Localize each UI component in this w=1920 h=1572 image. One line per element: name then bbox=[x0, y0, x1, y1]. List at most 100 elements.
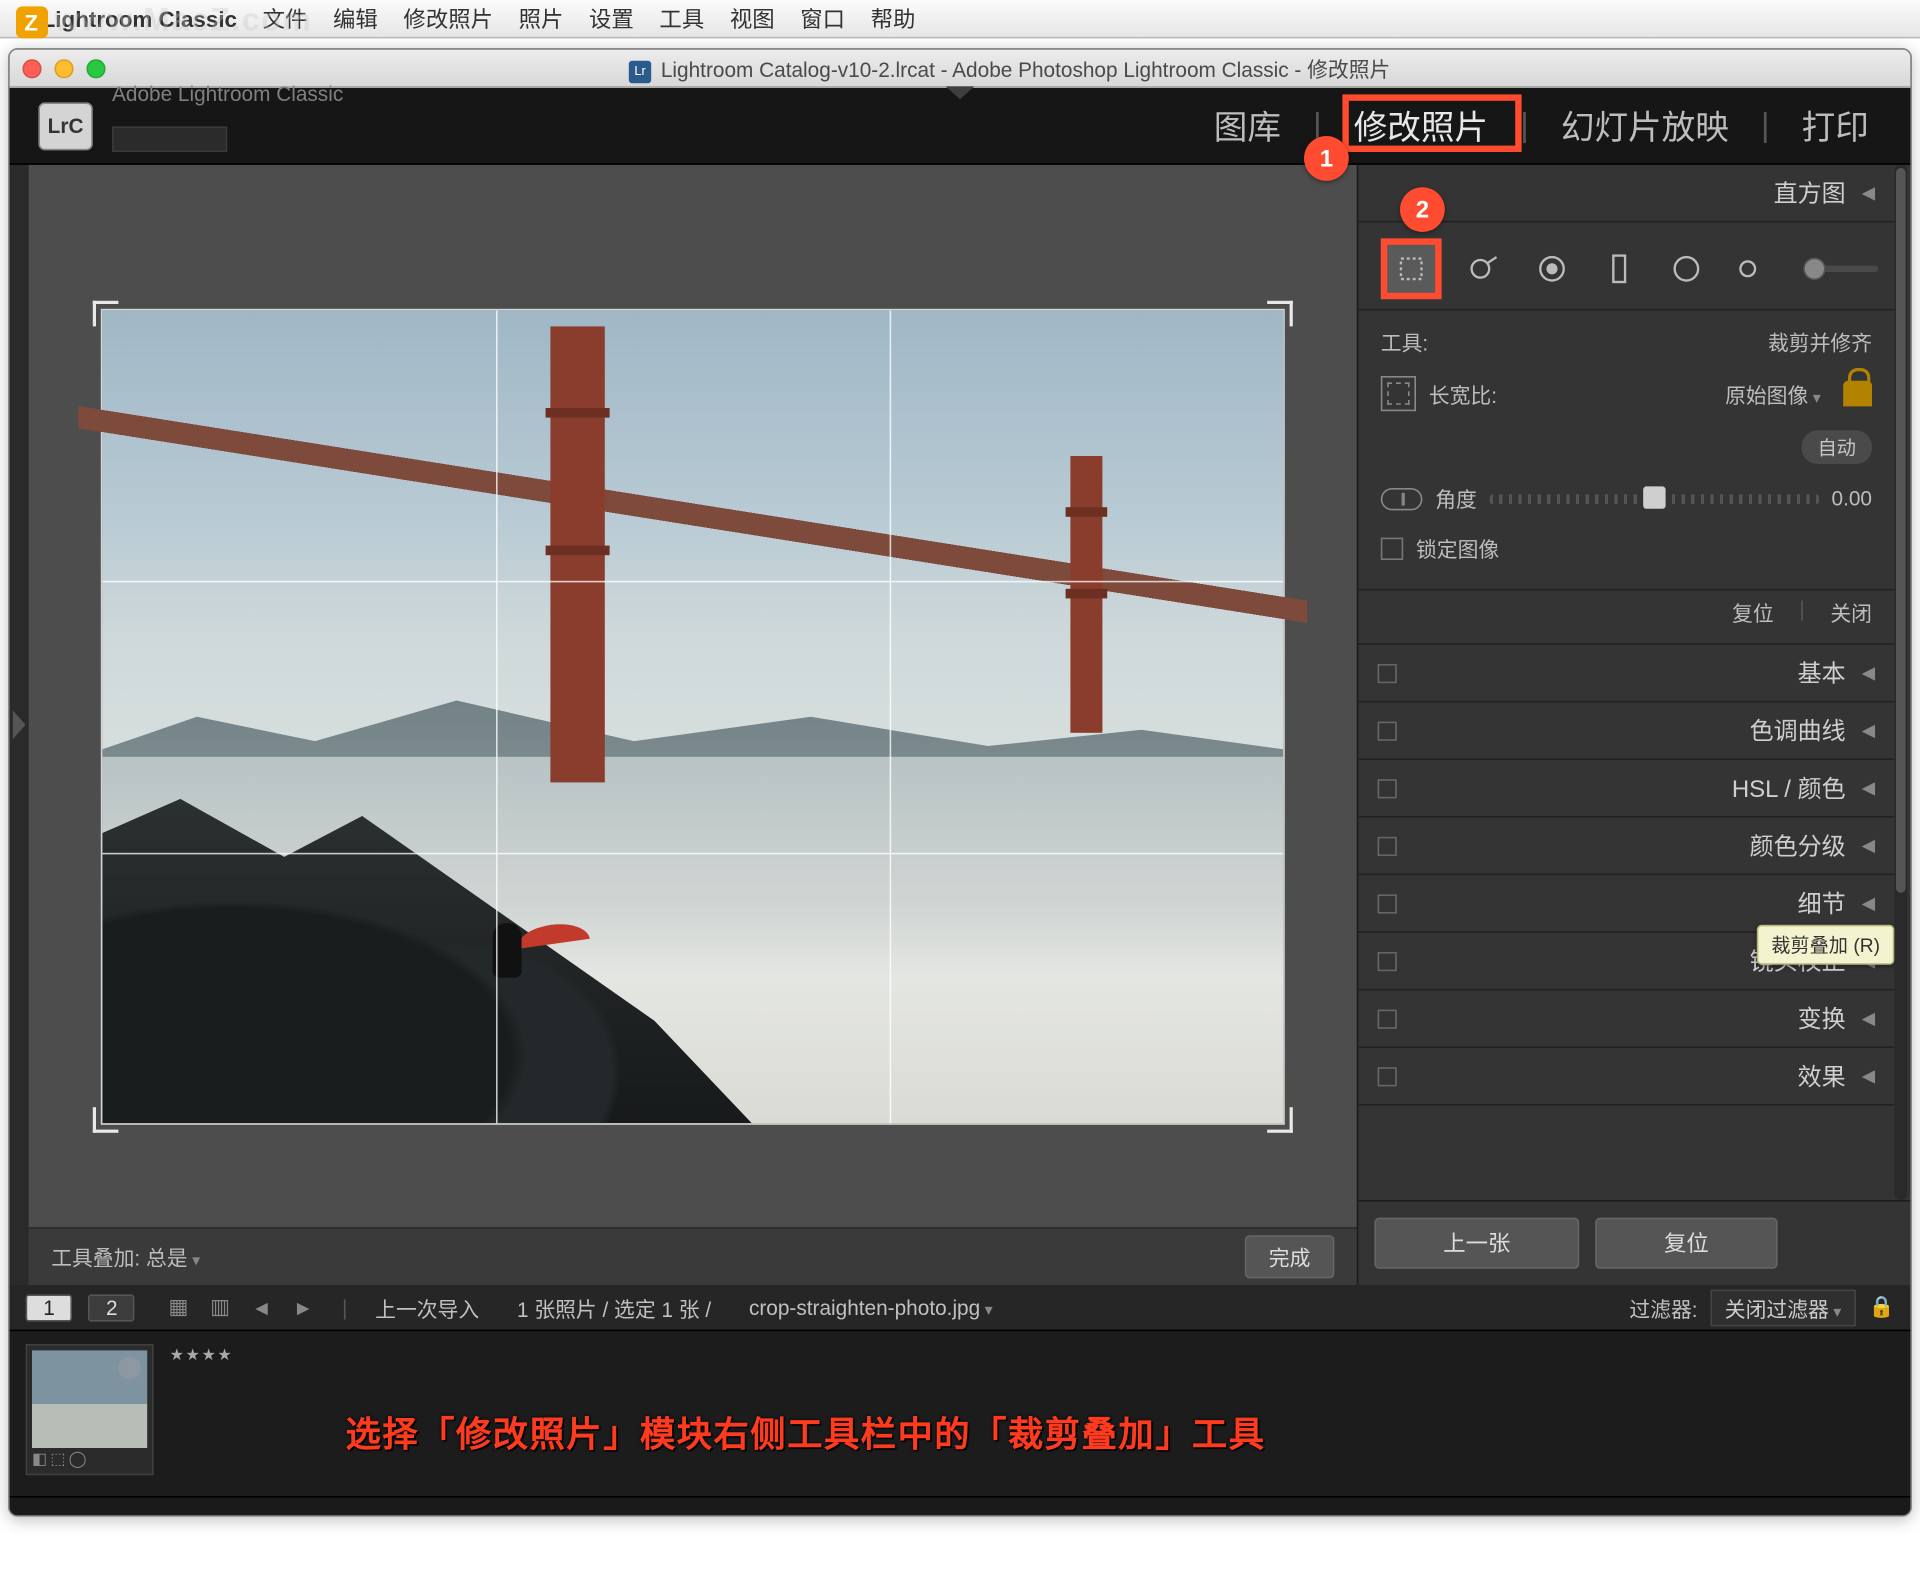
thumb-rating[interactable]: ★★★★ bbox=[170, 1347, 234, 1365]
breadcrumb-filename[interactable]: crop-straighten-photo.jpg bbox=[749, 1295, 993, 1319]
crop-tool-tooltip: 裁剪叠加 (R) bbox=[1757, 925, 1895, 965]
panel-histogram-label: 直方图 bbox=[1774, 176, 1846, 210]
filter-lock-icon[interactable]: 🔒 bbox=[1869, 1294, 1895, 1320]
progress-bar bbox=[112, 126, 227, 152]
nav-next-icon[interactable]: ► bbox=[289, 1293, 318, 1322]
filter-dropdown[interactable]: 关闭过滤器 bbox=[1710, 1289, 1855, 1326]
filmstrip-scrollbar[interactable] bbox=[10, 1496, 1911, 1515]
radial-tool-button[interactable] bbox=[1662, 245, 1710, 293]
panel-label: HSL / 颜色 bbox=[1732, 771, 1846, 805]
panel-basic-header[interactable]: 基本◀ bbox=[1358, 645, 1894, 701]
gradient-icon bbox=[1602, 251, 1637, 286]
panel-tonecurve-header[interactable]: 色调曲线◀ bbox=[1358, 702, 1894, 758]
spot-icon bbox=[1467, 251, 1502, 286]
crop-handle-bl[interactable] bbox=[93, 1107, 119, 1133]
panel-colorgrading-header[interactable]: 颜色分级◀ bbox=[1358, 818, 1894, 874]
menu-settings[interactable]: 设置 bbox=[589, 2, 634, 34]
redeye-tool-button[interactable] bbox=[1528, 245, 1576, 293]
menu-develop[interactable]: 修改照片 bbox=[403, 2, 493, 34]
filmstrip-thumb[interactable]: 1 ◧⬚◯ bbox=[26, 1344, 154, 1475]
panel-toggle-switch[interactable] bbox=[1378, 836, 1397, 855]
window-zoom-button[interactable] bbox=[86, 58, 105, 77]
collapse-icon: ◀ bbox=[1862, 778, 1876, 799]
module-slideshow[interactable]: 幻灯片放映 bbox=[1548, 98, 1742, 152]
tool-overlay-dropdown[interactable]: 总是 bbox=[146, 1242, 200, 1272]
menu-view[interactable]: 视图 bbox=[730, 2, 775, 34]
menu-photo[interactable]: 照片 bbox=[519, 2, 564, 34]
filmstrip[interactable]: 1 ◧⬚◯ ★★★★ 选择「修改照片」模块右侧工具栏中的「裁剪叠加」工具 bbox=[10, 1330, 1911, 1496]
angle-auto-button[interactable]: 自动 bbox=[1802, 430, 1872, 464]
crop-handle-br[interactable] bbox=[1267, 1107, 1293, 1133]
panel-histogram-header[interactable]: 直方图 ◀ bbox=[1358, 165, 1894, 221]
brush-size-slider[interactable] bbox=[1803, 266, 1878, 272]
lrc-badge-icon: LrC bbox=[38, 102, 92, 150]
crop-close-button[interactable]: 关闭 bbox=[1830, 597, 1872, 627]
develop-toolstrip: 2 bbox=[1358, 222, 1894, 310]
redeye-icon bbox=[1534, 251, 1569, 286]
menu-window[interactable]: 窗口 bbox=[800, 2, 845, 34]
angle-slider[interactable] bbox=[1490, 494, 1819, 504]
crop-handle-tr[interactable] bbox=[1267, 301, 1293, 327]
window-title: LrLightroom Catalog-v10-2.lrcat - Adobe … bbox=[122, 53, 1898, 83]
panel-toggle-switch[interactable] bbox=[1378, 778, 1397, 797]
breadcrumb-source[interactable]: 上一次导入 bbox=[375, 1292, 479, 1322]
lock-image-checkbox[interactable] bbox=[1381, 537, 1403, 559]
crop-handle-tl[interactable] bbox=[93, 301, 119, 327]
panel-label: 色调曲线 bbox=[1750, 714, 1846, 748]
top-panel-toggle[interactable] bbox=[946, 86, 975, 99]
gradient-tool-button[interactable] bbox=[1595, 245, 1643, 293]
develop-right-panel: 直方图 ◀ bbox=[1357, 165, 1911, 1285]
menu-tools[interactable]: 工具 bbox=[659, 2, 704, 34]
panel-toggle-switch[interactable] bbox=[1378, 951, 1397, 970]
crop-reset-button[interactable]: 复位 bbox=[1732, 597, 1774, 627]
panel-toggle-switch[interactable] bbox=[1378, 894, 1397, 913]
module-library[interactable]: 图库 bbox=[1201, 98, 1294, 152]
grid-view-icon[interactable]: ▦ bbox=[164, 1293, 193, 1322]
panel-toggle-switch[interactable] bbox=[1378, 1009, 1397, 1028]
spot-tool-button[interactable] bbox=[1461, 245, 1509, 293]
left-panel-toggle[interactable] bbox=[10, 165, 29, 1285]
aspect-tool-icon[interactable] bbox=[1381, 376, 1416, 411]
nav-prev-icon[interactable]: ◄ bbox=[247, 1293, 276, 1322]
panel-toggle-switch[interactable] bbox=[1378, 721, 1397, 740]
brush-tool-button[interactable] bbox=[1730, 245, 1778, 293]
panel-transform-header[interactable]: 变换◀ bbox=[1358, 990, 1894, 1046]
window-close-button[interactable] bbox=[22, 58, 41, 77]
aspect-dropdown[interactable]: 原始图像 bbox=[1725, 378, 1821, 408]
breadcrumb-count: 1 张照片 / 选定 1 张 / bbox=[517, 1292, 711, 1322]
panel-label: 基本 bbox=[1798, 656, 1846, 690]
crop-overlay[interactable] bbox=[101, 309, 1285, 1125]
crop-actions: 复位 | 关闭 bbox=[1358, 590, 1894, 644]
aspect-lock-icon[interactable] bbox=[1843, 381, 1872, 407]
module-print[interactable]: 打印 bbox=[1789, 98, 1882, 152]
thumb-image bbox=[32, 1350, 147, 1448]
collapse-icon: ◀ bbox=[1862, 1008, 1876, 1029]
prev-photo-button[interactable]: 上一张 bbox=[1374, 1218, 1579, 1269]
app-menu[interactable]: Lightroom Classic bbox=[42, 6, 237, 32]
angle-value: 0.00 bbox=[1832, 486, 1873, 510]
loupe-view-icon[interactable]: ▥ bbox=[206, 1293, 235, 1322]
lightroom-doc-icon: Lr bbox=[629, 60, 651, 82]
app-window: LrLightroom Catalog-v10-2.lrcat - Adobe … bbox=[8, 48, 1912, 1517]
panel-label: 细节 bbox=[1798, 886, 1846, 920]
done-button[interactable]: 完成 bbox=[1245, 1235, 1335, 1278]
menu-file[interactable]: 文件 bbox=[263, 2, 308, 34]
window-minimize-button[interactable] bbox=[54, 58, 73, 77]
panel-effects-header[interactable]: 效果◀ bbox=[1358, 1048, 1894, 1104]
level-icon[interactable] bbox=[1381, 487, 1423, 509]
module-develop[interactable]: 修改照片 bbox=[1341, 98, 1501, 152]
panel-toggle-switch[interactable] bbox=[1378, 663, 1397, 682]
tool-name: 裁剪并修齐 bbox=[1768, 326, 1872, 356]
panel-detail-header[interactable]: 细节◀ bbox=[1358, 875, 1894, 931]
tool-overlay-label: 工具叠加: bbox=[51, 1242, 140, 1272]
reset-photo-button[interactable]: 复位 bbox=[1595, 1218, 1777, 1269]
image-canvas[interactable] bbox=[29, 165, 1357, 1227]
menu-edit[interactable]: 编辑 bbox=[333, 2, 378, 34]
second-window-button-2[interactable]: 2 bbox=[88, 1294, 135, 1321]
panel-hsl-header[interactable]: HSL / 颜色 ◀ bbox=[1358, 760, 1894, 816]
crop-tool-button[interactable] bbox=[1381, 238, 1442, 299]
panel-toggle-switch[interactable] bbox=[1378, 1066, 1397, 1085]
menu-help[interactable]: 帮助 bbox=[871, 2, 916, 34]
second-window-button-1[interactable]: 1 bbox=[26, 1294, 73, 1321]
right-panel-scrollbar[interactable] bbox=[1894, 165, 1907, 1200]
